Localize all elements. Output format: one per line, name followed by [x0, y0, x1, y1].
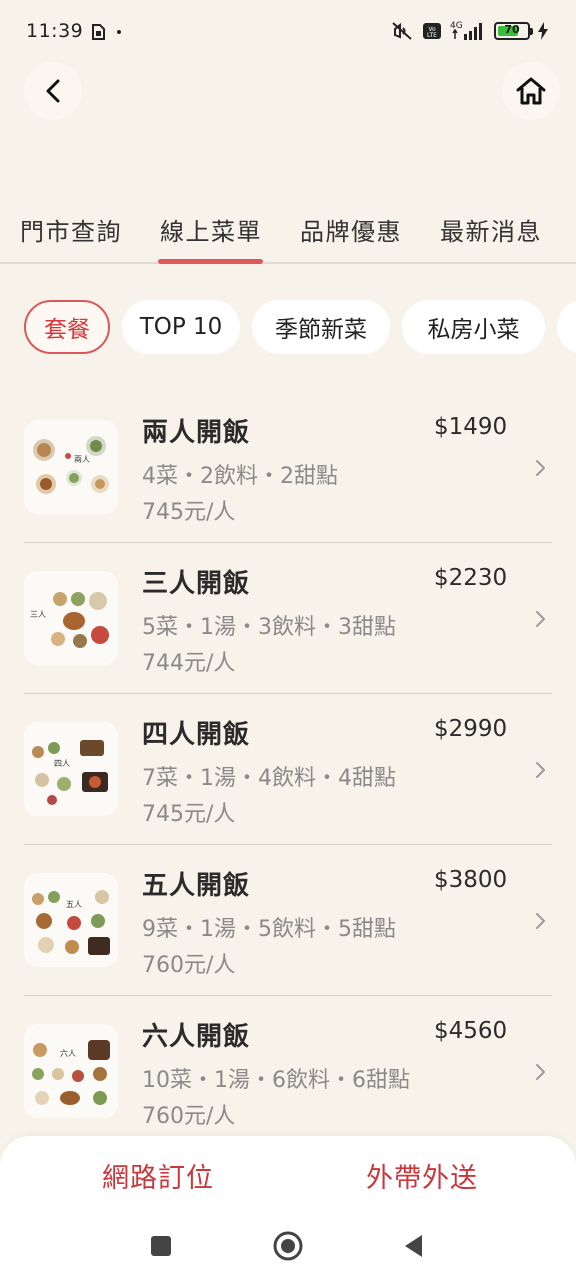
back-button[interactable]: [24, 62, 82, 120]
system-navigation-bar: [0, 1228, 576, 1264]
svg-text:兩人: 兩人: [74, 455, 90, 464]
item-title: 兩人開飯: [142, 418, 251, 448]
menu-item-5-person[interactable]: 五人 五人開飯 9菜・1湯・5飲料・5甜點 760元/人 $3800: [0, 845, 576, 996]
item-price: $2990: [434, 716, 508, 742]
item-per-person: 760元/人: [142, 1104, 236, 1129]
svg-text:五人: 五人: [66, 900, 82, 909]
dish-photo: 五人: [24, 873, 118, 967]
square-icon: [151, 1236, 171, 1256]
menu-list: 兩人 兩人開飯 4菜・2飲料・2甜點 745元/人 $1490 三人 三人開飯: [0, 392, 576, 1147]
home-button[interactable]: [502, 62, 560, 120]
active-tab-indicator: [158, 259, 263, 264]
chevron-right-icon: [536, 460, 545, 476]
item-description: 4菜・2飲料・2甜點: [142, 464, 338, 489]
tab-online-menu[interactable]: 線上菜單: [160, 212, 262, 247]
menu-item-6-person[interactable]: 六人 六人開飯 10菜・1湯・6飲料・6甜點 760元/人 $4560: [0, 996, 576, 1147]
chip-private-dishes[interactable]: 私房小菜: [402, 300, 545, 354]
item-title: 五人開飯: [142, 871, 251, 901]
bottom-action-bar: 網路訂位 外帶外送: [0, 1136, 576, 1280]
item-per-person: 745元/人: [142, 500, 236, 525]
triangle-back-icon: [405, 1235, 422, 1257]
system-home-button[interactable]: [270, 1228, 306, 1264]
chip-set-meal[interactable]: 套餐: [24, 300, 110, 354]
item-price: $1490: [434, 414, 508, 440]
item-price: $4560: [434, 1018, 508, 1044]
chip-seasonal[interactable]: 季節新菜: [252, 300, 390, 354]
item-title: 三人開飯: [142, 569, 251, 599]
svg-text:六人: 六人: [60, 1048, 76, 1058]
chevron-right-icon: [536, 1064, 545, 1080]
signal-icon: 4G: [450, 21, 482, 40]
svg-text:4G: 4G: [450, 21, 463, 31]
status-time: 11:39: [26, 20, 84, 42]
item-price: $3800: [434, 867, 508, 893]
battery-icon: 70: [494, 22, 533, 40]
online-reservation-button[interactable]: 網路訂位: [102, 1156, 214, 1195]
tab-store-search[interactable]: 門市查詢: [20, 212, 122, 247]
item-price: $2230: [434, 565, 508, 591]
menu-item-4-person[interactable]: 四人 四人開飯 7菜・1湯・4飲料・4甜點 745元/人 $2990: [0, 694, 576, 845]
app-screen: 11:39 Vo LTE 4G 70 門市查詢 線上菜單 品牌優惠 最新消息 套…: [0, 0, 576, 1280]
recents-button[interactable]: [143, 1228, 179, 1264]
charging-icon: [538, 22, 548, 40]
item-description: 10菜・1湯・6飲料・6甜點: [142, 1068, 410, 1093]
item-per-person: 744元/人: [142, 651, 236, 676]
tab-brand-offers[interactable]: 品牌優惠: [300, 212, 402, 247]
item-per-person: 745元/人: [142, 802, 236, 827]
svg-text:LTE: LTE: [427, 32, 437, 39]
chip-top-10[interactable]: TOP 10: [122, 300, 240, 354]
svg-text:四人: 四人: [54, 759, 70, 768]
menu-item-3-person[interactable]: 三人 三人開飯 5菜・1湯・3飲料・3甜點 744元/人 $2230: [0, 543, 576, 694]
status-bar: 11:39 Vo LTE 4G 70: [0, 0, 576, 62]
chip-more[interactable]: [557, 300, 576, 354]
dot-icon: [117, 30, 121, 34]
category-chips: 套餐 TOP 10 季節新菜 私房小菜: [0, 300, 576, 354]
home-icon: [516, 77, 546, 105]
chevron-right-icon: [536, 913, 545, 929]
circle-icon: [273, 1231, 303, 1261]
menu-item-2-person[interactable]: 兩人 兩人開飯 4菜・2飲料・2甜點 745元/人 $1490: [0, 392, 576, 543]
system-back-button[interactable]: [395, 1228, 431, 1264]
battery-level: 70: [504, 23, 520, 36]
volte-icon: VoLTE: [423, 23, 441, 39]
chevron-right-icon: [536, 611, 545, 627]
sim-card-icon: [92, 24, 105, 40]
item-description: 7菜・1湯・4飲料・4甜點: [142, 766, 396, 791]
item-title: 四人開飯: [142, 720, 251, 750]
dish-photo: 三人: [24, 571, 118, 665]
dish-photo: 六人: [24, 1024, 118, 1118]
dish-photo: 四人: [24, 722, 118, 816]
takeout-delivery-button[interactable]: 外帶外送: [366, 1156, 478, 1195]
item-title: 六人開飯: [142, 1022, 251, 1052]
item-per-person: 760元/人: [142, 953, 236, 978]
chevron-right-icon: [536, 762, 545, 778]
dish-photo: 兩人: [24, 420, 118, 514]
item-description: 5菜・1湯・3飲料・3甜點: [142, 615, 396, 640]
section-tabs: 門市查詢 線上菜單 品牌優惠 最新消息: [0, 200, 576, 264]
item-description: 9菜・1湯・5飲料・5甜點: [142, 917, 396, 942]
mute-icon: [392, 22, 412, 40]
svg-text:三人: 三人: [30, 610, 46, 619]
tab-latest-news[interactable]: 最新消息: [440, 212, 542, 247]
chevron-left-icon: [46, 79, 60, 103]
